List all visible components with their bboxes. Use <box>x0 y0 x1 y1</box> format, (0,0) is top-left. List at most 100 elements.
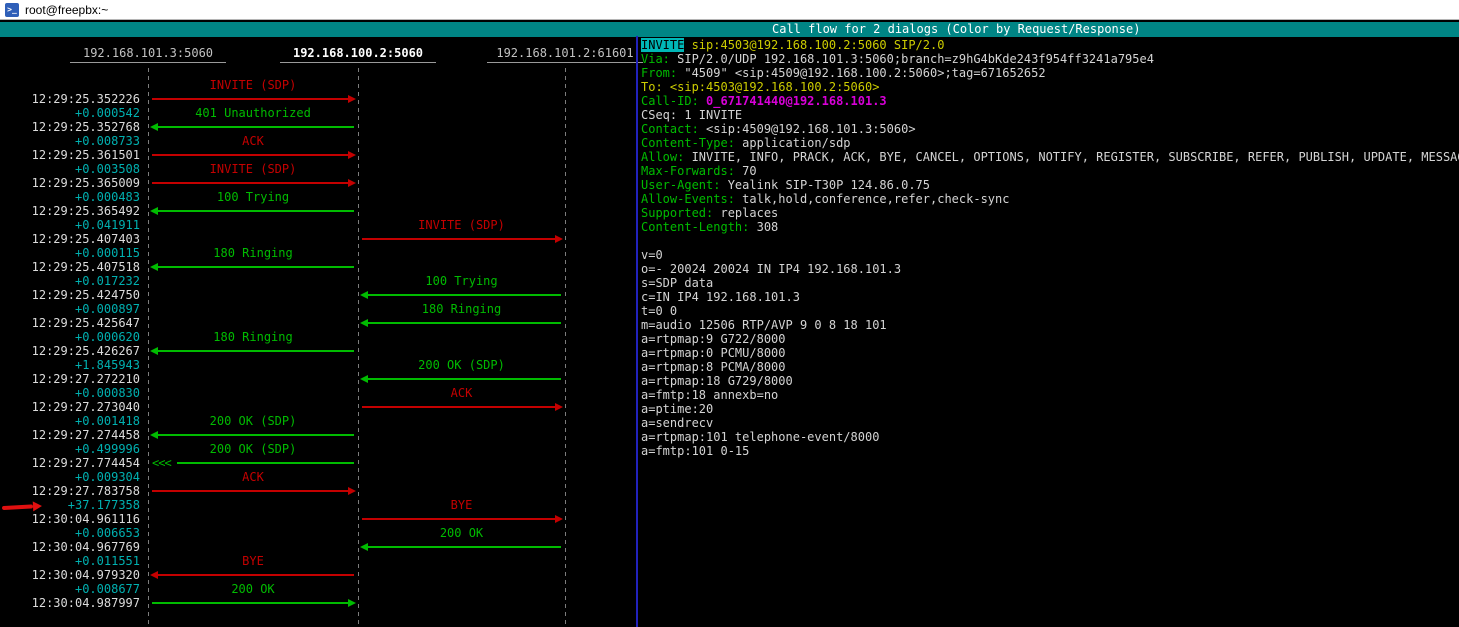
delta-timestamp: +0.011551 <box>0 554 140 568</box>
sip-text-segment: t=0 0 <box>641 304 677 318</box>
arrow-shaft <box>152 98 354 100</box>
arrow-shaft <box>362 546 561 548</box>
arrowhead-icon <box>360 543 368 551</box>
flow-arrow-line[interactable] <box>361 232 562 246</box>
flow-arrow-label[interactable]: 200 OK (SDP) <box>358 358 565 372</box>
arrow-shaft <box>177 462 354 464</box>
sip-message-line: From: "4509" <sip:4509@192.168.100.2:506… <box>641 66 1046 80</box>
flow-arrow-label[interactable]: ACK <box>358 386 565 400</box>
column-lifeline <box>148 68 149 627</box>
arrowhead-icon <box>150 347 158 355</box>
flow-arrow-label[interactable]: 200 OK <box>148 582 358 596</box>
sip-text-segment: sip:4503@192.168.100.2:5060 SIP/2.0 <box>684 38 944 52</box>
flow-arrow-line[interactable] <box>151 568 355 582</box>
flow-arrow-label[interactable]: ACK <box>148 134 358 148</box>
flow-arrow-line[interactable] <box>151 120 355 134</box>
flow-arrow-line[interactable] <box>151 176 355 190</box>
flow-arrow-label[interactable]: 180 Ringing <box>148 330 358 344</box>
flow-arrow-line[interactable]: <<< <box>151 456 355 470</box>
sip-text-segment: Yealink SIP-T30P 124.86.0.75 <box>728 178 930 192</box>
arrowhead-icon <box>348 95 356 103</box>
arrowhead-icon <box>555 235 563 243</box>
arrow-shaft <box>152 602 354 604</box>
sip-text-segment: 0_671741440@192.168.101.3 <box>706 94 887 108</box>
flow-arrow-line[interactable] <box>361 512 562 526</box>
flow-arrow-line[interactable] <box>151 428 355 442</box>
sip-message-line: a=ptime:20 <box>641 402 713 416</box>
sip-message-line: t=0 0 <box>641 304 677 318</box>
flow-arrow-label[interactable]: 180 Ringing <box>358 302 565 316</box>
sip-message-line: Supported: replaces <box>641 206 778 220</box>
sip-message-line: a=rtpmap:101 telephone-event/8000 <box>641 430 879 444</box>
delta-timestamp: +0.000542 <box>0 106 140 120</box>
timestamp: 12:30:04.979320 <box>0 568 140 582</box>
sip-text-segment: m=audio 12506 RTP/AVP 9 0 8 18 101 <box>641 318 887 332</box>
timestamp: 12:29:27.783758 <box>0 484 140 498</box>
flow-arrow-label[interactable]: INVITE (SDP) <box>148 78 358 92</box>
flow-arrow-label[interactable]: 200 OK (SDP) <box>148 414 358 428</box>
arrow-shaft <box>152 266 354 268</box>
sip-message-line: a=rtpmap:18 G729/8000 <box>641 374 793 388</box>
flow-arrow-label[interactable]: 100 Trying <box>148 190 358 204</box>
flow-arrow-line[interactable] <box>361 540 562 554</box>
arrow-shaft <box>362 518 561 520</box>
flow-arrow-label[interactable]: ACK <box>148 470 358 484</box>
column-underline-line <box>280 62 436 63</box>
flow-arrow-line[interactable] <box>151 204 355 218</box>
sip-message-panel[interactable]: INVITE sip:4503@192.168.100.2:5060 SIP/2… <box>641 38 1459 618</box>
flow-arrow-line[interactable] <box>361 400 562 414</box>
flow-arrow-label[interactable]: 100 Trying <box>358 274 565 288</box>
sip-text-segment: a=sendrecv <box>641 416 713 430</box>
delta-timestamp: +0.009304 <box>0 470 140 484</box>
sip-message-line: m=audio 12506 RTP/AVP 9 0 8 18 101 <box>641 318 887 332</box>
flow-arrow-line[interactable] <box>151 148 355 162</box>
flow-arrow-label[interactable]: 200 OK (SDP) <box>148 442 358 456</box>
timestamp: 12:29:25.361501 <box>0 148 140 162</box>
flow-arrow-line[interactable] <box>151 260 355 274</box>
sip-message-line: To: <sip:4503@192.168.100.2:5060> <box>641 80 879 94</box>
sip-text-segment: o=- 20024 20024 IN IP4 192.168.101.3 <box>641 262 901 276</box>
flow-arrow-line[interactable] <box>151 484 355 498</box>
arrow-shaft <box>152 350 354 352</box>
flow-arrow-line[interactable] <box>361 372 562 386</box>
sip-message-line: CSeq: 1 INVITE <box>641 108 742 122</box>
flow-arrow-line[interactable] <box>151 596 355 610</box>
arrowhead-icon <box>348 151 356 159</box>
flow-arrow-line[interactable] <box>151 344 355 358</box>
sip-message-line: a=fmtp:101 0-15 <box>641 444 749 458</box>
sip-message-line: a=sendrecv <box>641 416 713 430</box>
delta-timestamp: +0.006653 <box>0 526 140 540</box>
flow-arrow-line[interactable] <box>151 92 355 106</box>
flow-arrow-label[interactable]: 401 Unauthorized <box>148 106 358 120</box>
column-address: 192.168.100.2:5060 <box>248 46 468 60</box>
delta-timestamp: +0.000483 <box>0 190 140 204</box>
flow-arrow-label[interactable]: INVITE (SDP) <box>358 218 565 232</box>
sip-message-line: a=fmtp:18 annexb=no <box>641 388 778 402</box>
sip-message-line: Max-Forwards: 70 <box>641 164 757 178</box>
timestamp: 12:29:25.424750 <box>0 288 140 302</box>
arrow-shaft <box>152 210 354 212</box>
arrowhead-icon <box>555 403 563 411</box>
flow-arrow-label[interactable]: BYE <box>358 498 565 512</box>
delta-timestamp: +0.003508 <box>0 162 140 176</box>
flow-arrow-label[interactable]: 200 OK <box>358 526 565 540</box>
arrow-shaft <box>152 154 354 156</box>
flow-arrow-label[interactable]: INVITE (SDP) <box>148 162 358 176</box>
arrowhead-icon <box>348 487 356 495</box>
flow-arrow-line[interactable] <box>361 288 562 302</box>
sip-message-line: Allow: INVITE, INFO, PRACK, ACK, BYE, CA… <box>641 150 1459 164</box>
timestamp: 12:30:04.961116 <box>0 512 140 526</box>
flow-arrow-label[interactable]: 180 Ringing <box>148 246 358 260</box>
delta-timestamp: +0.008677 <box>0 582 140 596</box>
timestamp: 12:29:27.273040 <box>0 400 140 414</box>
callflow-panel: 192.168.101.3:5060192.168.100.2:5060192.… <box>0 0 640 627</box>
sip-text-segment: User-Agent: <box>641 178 728 192</box>
arrow-shaft <box>362 406 561 408</box>
sip-text-segment: <sip:4509@192.168.101.3:5060> <box>706 122 916 136</box>
sip-message-line: User-Agent: Yealink SIP-T30P 124.86.0.75 <box>641 178 930 192</box>
delta-timestamp: +0.017232 <box>0 274 140 288</box>
flow-arrow-label[interactable]: BYE <box>148 554 358 568</box>
annotation-arrow <box>2 500 43 514</box>
flow-arrow-line[interactable] <box>361 316 562 330</box>
delta-timestamp: +0.000897 <box>0 302 140 316</box>
